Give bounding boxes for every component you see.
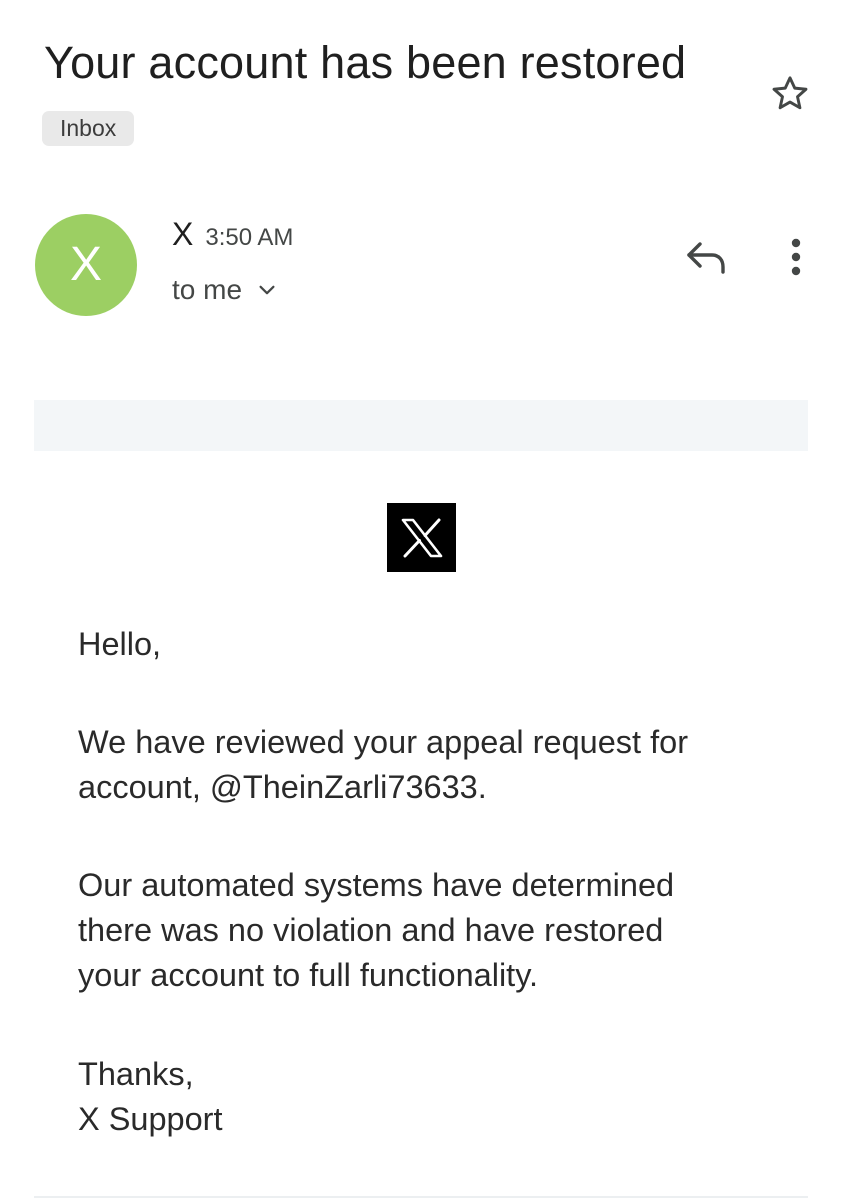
- more-options-button[interactable]: [776, 234, 816, 280]
- review-paragraph: We have reviewed your appeal request for…: [78, 720, 798, 810]
- determination-line-1: Our automated systems have determined: [78, 867, 675, 903]
- determination-line-3: your account to full functionality.: [78, 957, 539, 993]
- signoff-block: Thanks, X Support: [78, 1052, 798, 1142]
- divider: [34, 1196, 808, 1198]
- greeting-text: Hello,: [78, 626, 162, 662]
- chevron-down-icon: [256, 279, 278, 301]
- sender-line: X 3:50 AM: [172, 216, 293, 253]
- review-line-1: We have reviewed your appeal request for: [78, 724, 689, 760]
- email-header-banner: [34, 400, 808, 451]
- determination-paragraph: Our automated systems have determined th…: [78, 863, 798, 998]
- inbox-label-chip[interactable]: Inbox: [42, 111, 135, 146]
- recipient-text: to me: [172, 274, 243, 305]
- sent-time: 3:50 AM: [205, 224, 294, 251]
- email-subject: Your account has been restored: [44, 37, 687, 88]
- reply-button[interactable]: [680, 236, 732, 280]
- determination-line-2: there was no violation and have restored: [78, 912, 664, 948]
- star-button[interactable]: [766, 70, 814, 118]
- recipient-details-toggle[interactable]: to me: [172, 274, 278, 306]
- signature-text: X Support: [78, 1101, 223, 1137]
- x-logo-icon: [387, 503, 456, 572]
- reply-icon: [687, 242, 725, 274]
- sender-name[interactable]: X: [172, 216, 193, 253]
- star-outline-icon: [772, 76, 808, 110]
- sender-avatar[interactable]: X: [35, 214, 137, 316]
- more-vert-icon: [791, 238, 801, 276]
- review-line-2: account, @TheinZarli73633.: [78, 769, 487, 805]
- signoff-text: Thanks,: [78, 1056, 194, 1092]
